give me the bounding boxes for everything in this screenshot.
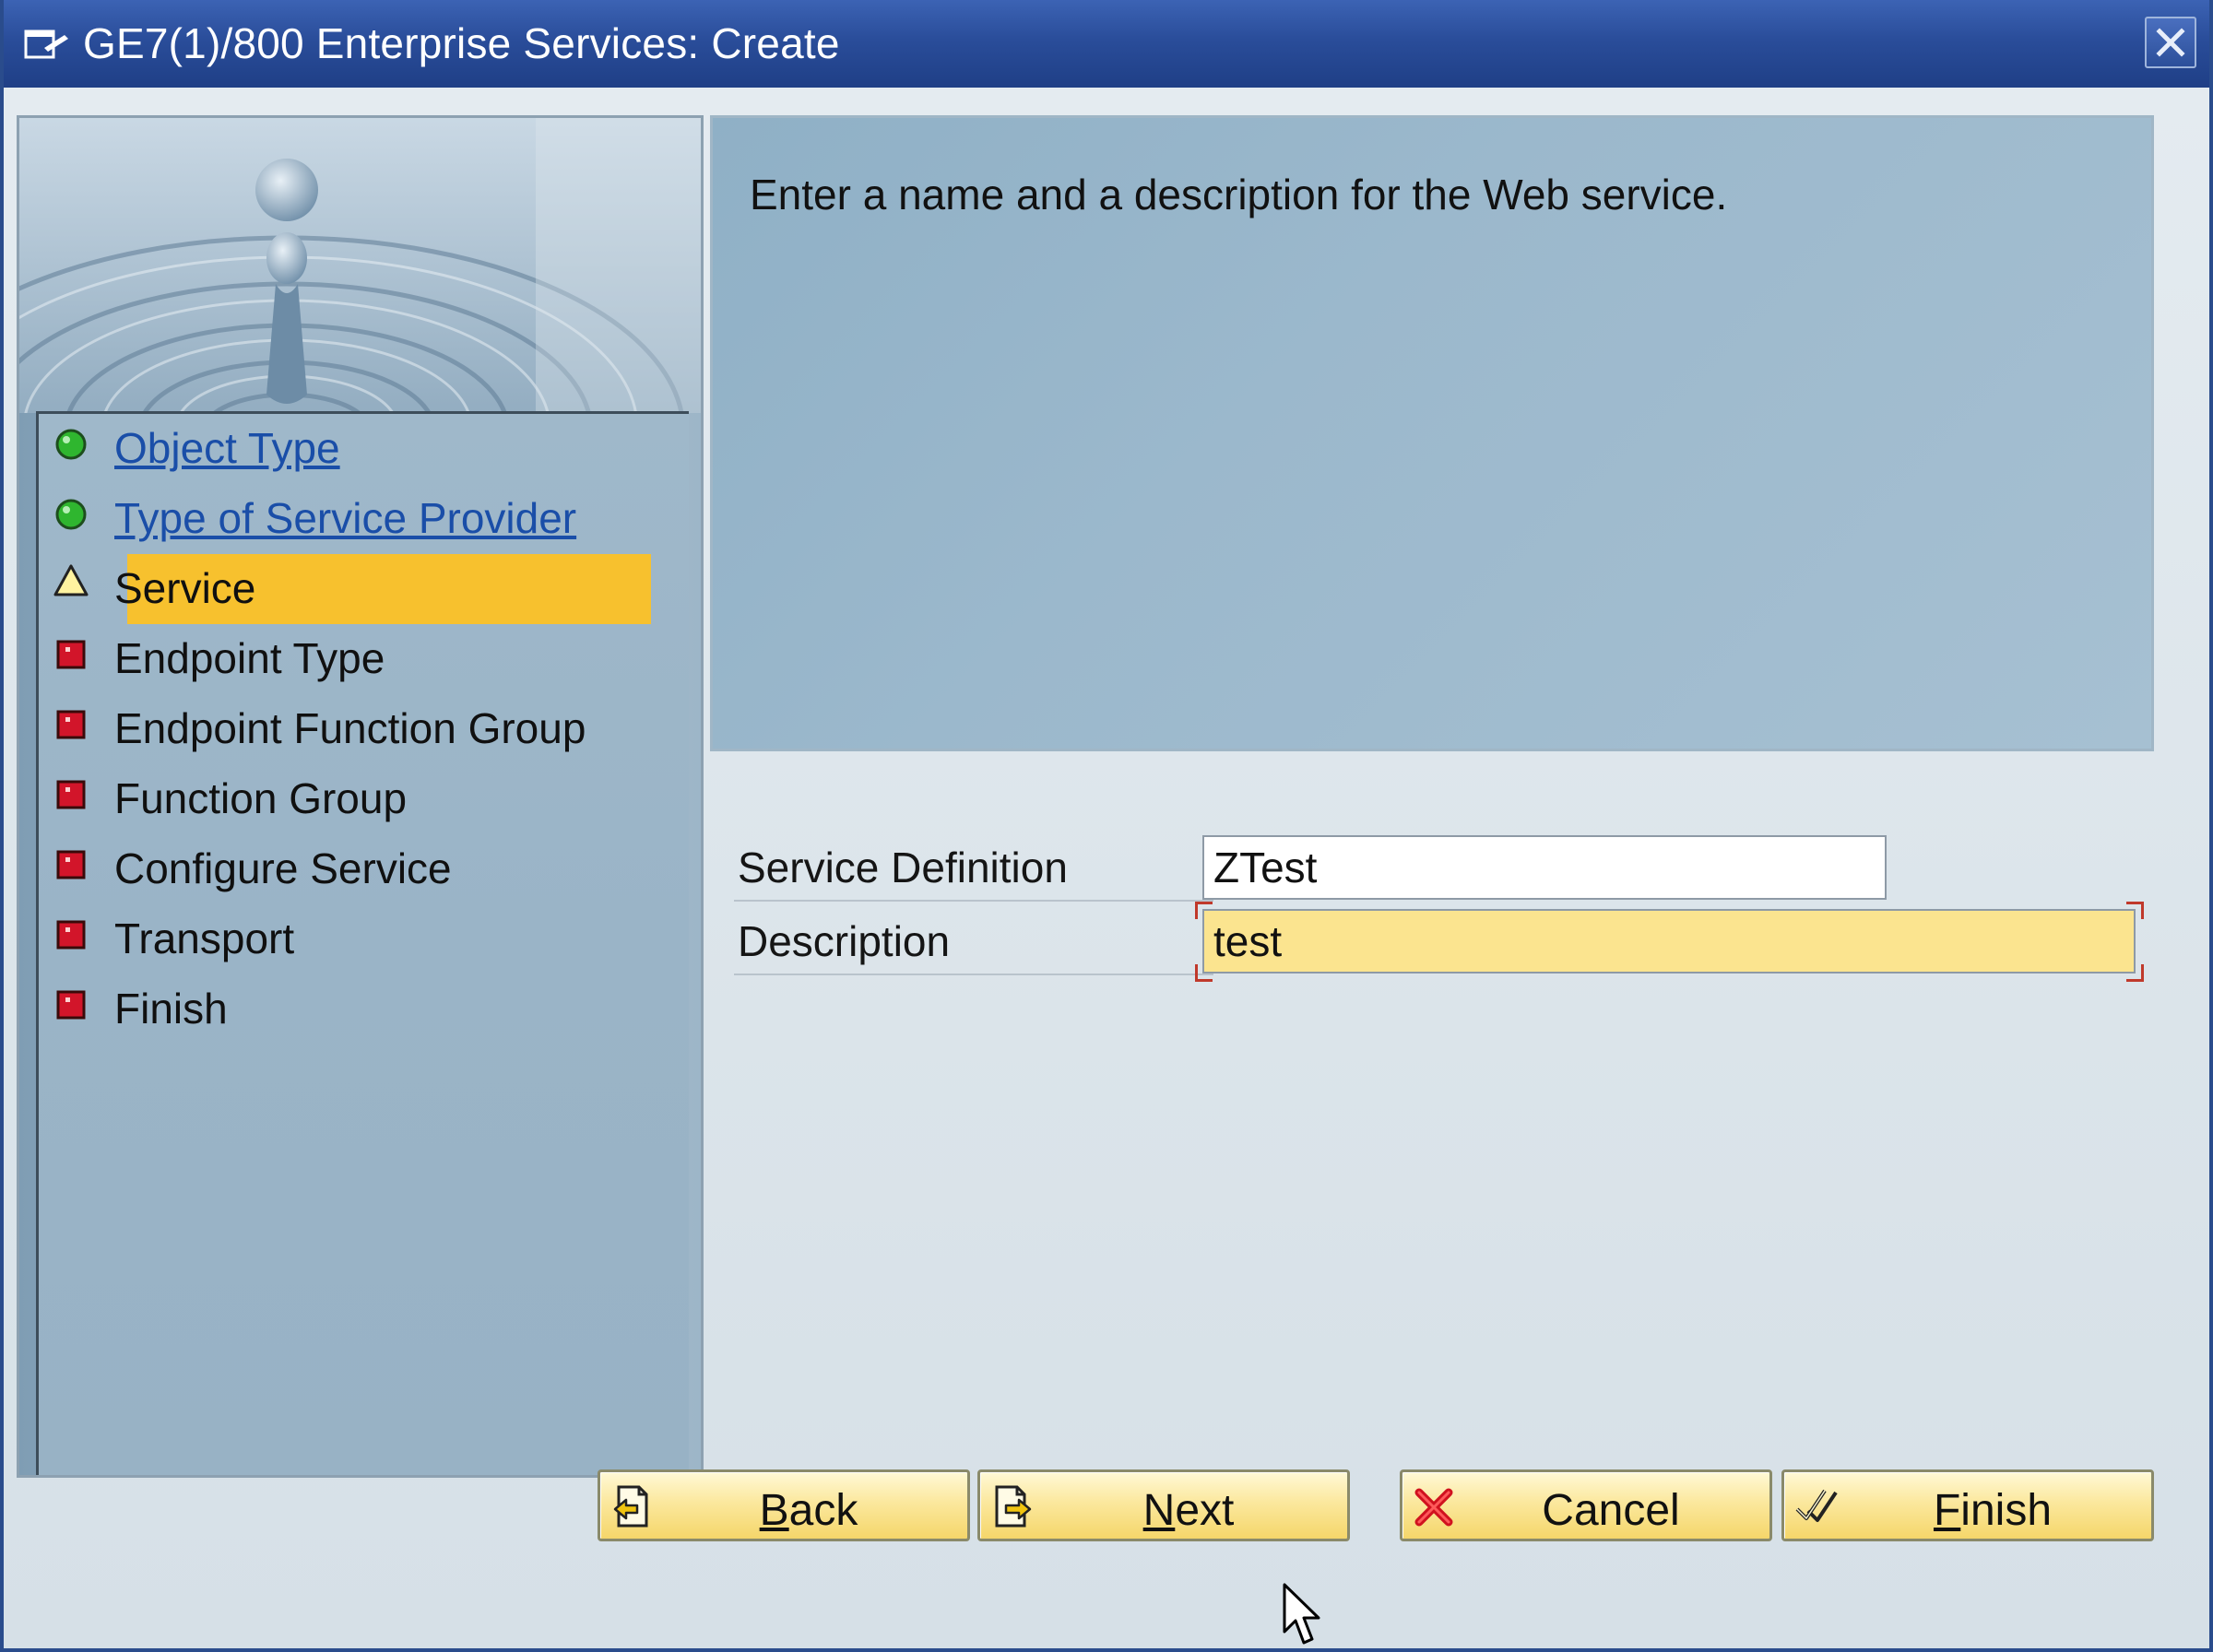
back-page-icon (613, 1485, 648, 1528)
wizard-steps-panel: Object Type Type of Service Provider Ser… (17, 115, 704, 1478)
back-button-label: Back (759, 1486, 858, 1535)
step-type-of-service-provider[interactable]: Type of Service Provider (39, 484, 684, 550)
step-transport[interactable]: Transport (39, 904, 684, 971)
service-definition-row: Service Definition (734, 835, 1213, 902)
description-input[interactable] (1202, 909, 2136, 974)
red-square-icon (56, 710, 86, 739)
close-button[interactable] (2145, 17, 2196, 68)
step-endpoint-type[interactable]: Endpoint Type (39, 624, 684, 690)
water-drop-image (19, 118, 701, 413)
step-label-object-type[interactable]: Object Type (114, 421, 340, 488)
finish-button[interactable]: Finish (1781, 1469, 2154, 1541)
required-marker (1195, 964, 1213, 982)
next-button-label: Next (1142, 1486, 1235, 1535)
cancel-button[interactable]: Cancel (1400, 1469, 1772, 1541)
required-marker (2126, 964, 2144, 982)
required-marker (1195, 902, 1213, 919)
window-title: GE7(1)/800 Enterprise Services: Create (83, 19, 840, 67)
red-square-icon (56, 640, 86, 669)
step-service[interactable]: Service (39, 554, 684, 624)
red-square-icon (56, 920, 86, 950)
instruction-text: Enter a name and a description for the W… (750, 171, 1728, 218)
instruction-panel: Enter a name and a description for the W… (710, 115, 2154, 751)
finish-check-icon (1795, 1489, 1838, 1522)
next-page-icon (995, 1485, 1032, 1528)
step-label-type-of-service-provider[interactable]: Type of Service Provider (114, 491, 576, 558)
green-status-dot-icon (55, 429, 87, 460)
step-label-endpoint-type: Endpoint Type (114, 634, 385, 682)
wizard-dialog: GE7(1)/800 Enterprise Services: Create O… (0, 0, 2213, 1652)
red-square-icon (56, 850, 86, 879)
red-square-icon (56, 780, 86, 809)
service-definition-input[interactable] (1202, 835, 1887, 900)
step-label-transport: Transport (114, 914, 295, 962)
green-status-dot-icon (55, 499, 87, 530)
steps-list: Object Type Type of Service Provider Ser… (36, 411, 689, 1475)
step-function-group[interactable]: Function Group (39, 764, 684, 831)
step-label-configure-service: Configure Service (114, 844, 452, 892)
close-icon (2156, 28, 2185, 57)
next-button[interactable]: Next (977, 1469, 1350, 1541)
finish-button-label: Finish (1933, 1486, 2053, 1535)
description-label: Description (738, 917, 951, 965)
title-bar: GE7(1)/800 Enterprise Services: Create (4, 0, 2209, 89)
step-object-type[interactable]: Object Type (39, 414, 684, 480)
mouse-pointer-icon (1283, 1583, 1320, 1645)
step-finish[interactable]: Finish (39, 974, 684, 1041)
step-label-function-group: Function Group (114, 774, 408, 822)
back-button[interactable]: Back (598, 1469, 970, 1541)
step-label-service: Service (114, 564, 256, 612)
cancel-x-icon (1414, 1488, 1453, 1527)
required-marker (2126, 902, 2144, 919)
description-row: Description (734, 909, 1213, 975)
cancel-button-label: Cancel (1542, 1486, 1680, 1535)
step-endpoint-function-group[interactable]: Endpoint Function Group (39, 694, 684, 761)
warning-triangle-icon (53, 564, 89, 596)
service-definition-label: Service Definition (738, 844, 1068, 891)
step-label-endpoint-function-group: Endpoint Function Group (114, 704, 586, 752)
dialog-edit-icon (24, 30, 68, 59)
step-configure-service[interactable]: Configure Service (39, 834, 684, 901)
step-label-finish: Finish (114, 985, 228, 1032)
red-square-icon (56, 990, 86, 1020)
